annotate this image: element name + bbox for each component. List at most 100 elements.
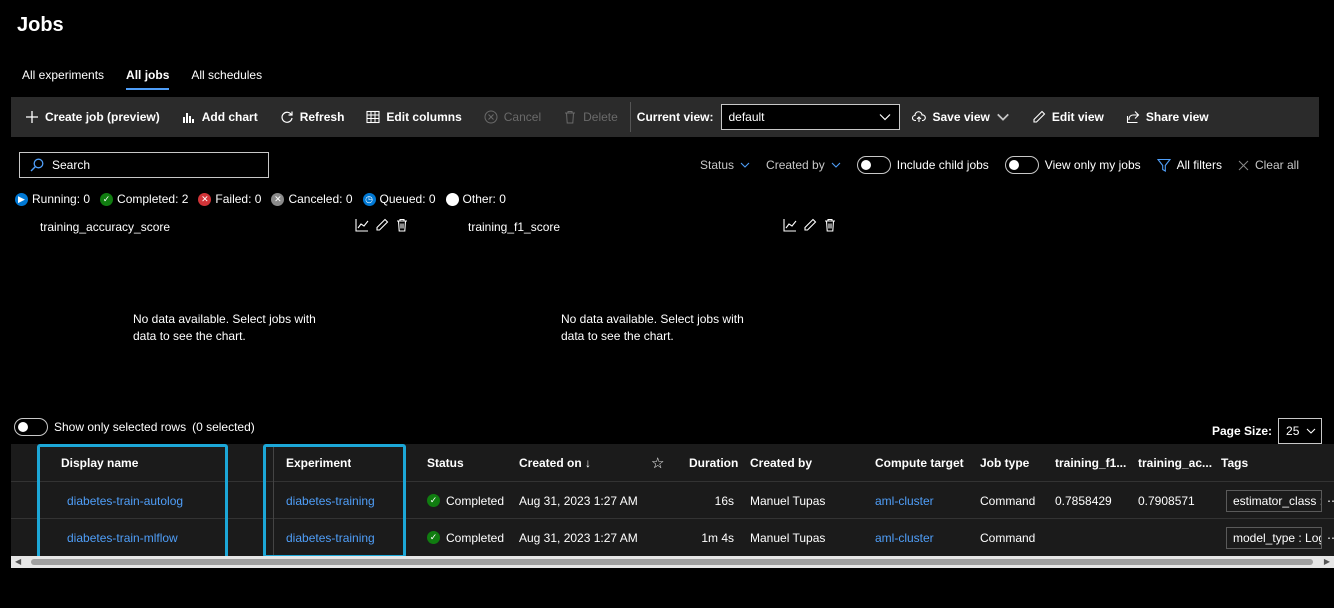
status-queued[interactable]: ◷ Queued: 0	[362, 192, 436, 206]
pencil-icon[interactable]	[803, 218, 817, 232]
play-icon: ▶	[15, 192, 28, 206]
trash-icon[interactable]	[395, 218, 409, 232]
column-header-tags[interactable]: Tags	[1221, 444, 1248, 481]
edit-view-label: Edit view	[1051, 110, 1104, 124]
trash-icon[interactable]	[823, 218, 837, 232]
status-summary: ▶ Running: 0 ✓ Completed: 2 ✕ Failed: 0 …	[15, 192, 516, 206]
save-view-button[interactable]: Save view	[912, 110, 1009, 124]
column-header-compute-target[interactable]: Compute target	[875, 444, 964, 481]
column-header-status[interactable]: Status	[427, 444, 464, 481]
pencil-icon	[1033, 110, 1046, 123]
cancel-icon	[484, 110, 498, 124]
chart-title: training_f1_score	[468, 220, 561, 234]
status-canceled[interactable]: ✕ Canceled: 0	[271, 192, 353, 206]
job-type-cell: Command	[980, 493, 1036, 508]
search-input[interactable]: Search	[19, 152, 269, 178]
page-size-dropdown[interactable]: 25	[1278, 418, 1323, 444]
star-icon[interactable]: ☆	[651, 444, 664, 481]
show-selected-rows-toggle[interactable]: Show only selected rows (0 selected)	[14, 418, 255, 436]
column-header-training-f1[interactable]: training_f1...	[1055, 444, 1126, 481]
chart-actions	[783, 218, 837, 232]
training-f1-cell: 0.7858429	[1055, 493, 1112, 508]
tag-chip[interactable]: model_type : Logi	[1226, 526, 1322, 549]
horizontal-scrollbar[interactable]: ◀ ▶	[11, 556, 1334, 568]
more-icon[interactable]: ⋯	[1327, 519, 1334, 556]
all-filters-label: All filters	[1176, 158, 1222, 172]
created-by-filter[interactable]: Created by	[766, 158, 841, 172]
column-header-training-accuracy[interactable]: training_ac...	[1138, 444, 1212, 481]
clear-all-button[interactable]: Clear all	[1238, 158, 1299, 172]
share-view-button[interactable]: Share view	[1126, 110, 1209, 124]
compute-target-link[interactable]: aml-cluster	[875, 519, 934, 556]
tab-all-jobs[interactable]: All jobs	[118, 64, 177, 90]
chart-actions	[355, 218, 409, 232]
edit-view-button[interactable]: Edit view	[1032, 110, 1104, 124]
all-filters-button[interactable]: All filters	[1156, 158, 1222, 172]
status-badge: Completed	[446, 493, 505, 508]
scrollbar-thumb[interactable]	[31, 559, 1313, 565]
column-header-created-on[interactable]: Created on ↓	[519, 444, 591, 481]
created-on-cell: Aug 31, 2023 1:27 AM	[519, 530, 638, 545]
tab-all-schedules[interactable]: All schedules	[183, 64, 270, 90]
column-header-job-type[interactable]: Job type	[980, 444, 1029, 481]
created-on-cell: Aug 31, 2023 1:27 AM	[519, 493, 638, 508]
toggle-switch[interactable]	[856, 156, 891, 174]
cancel-button[interactable]: Cancel	[484, 110, 541, 124]
status-filter[interactable]: Status	[700, 158, 750, 172]
toggle-switch[interactable]	[1004, 156, 1039, 174]
refresh-label: Refresh	[299, 110, 345, 124]
compute-target-link[interactable]: aml-cluster	[875, 482, 934, 519]
current-view-dropdown[interactable]: default	[721, 104, 901, 130]
created-by-cell: Manuel Tupas	[750, 530, 826, 545]
view-only-my-jobs-toggle[interactable]: View only my jobs	[1004, 156, 1141, 174]
toolbar-divider	[629, 102, 631, 132]
chevron-down-icon	[740, 162, 750, 168]
created-by-filter-label: Created by	[766, 158, 825, 172]
column-header-duration[interactable]: Duration	[689, 444, 738, 481]
more-icon[interactable]: ⋯	[1327, 482, 1334, 519]
tags-cell: estimator_class : s	[1226, 482, 1322, 519]
status-completed[interactable]: ✓ Completed: 2	[100, 192, 188, 206]
refresh-button[interactable]: Refresh	[280, 110, 345, 124]
include-child-jobs-toggle[interactable]: Include child jobs	[856, 156, 989, 174]
add-chart-button[interactable]: Add chart	[182, 110, 258, 124]
status-running[interactable]: ▶ Running: 0	[15, 192, 90, 206]
scroll-left-icon[interactable]: ◀	[15, 557, 21, 566]
line-chart-icon[interactable]	[355, 218, 369, 232]
add-chart-label: Add chart	[201, 110, 258, 124]
save-view-label: Save view	[932, 110, 990, 124]
filter-icon	[1156, 158, 1171, 172]
columns-icon	[366, 110, 380, 124]
toggle-switch[interactable]	[14, 418, 48, 436]
status-failed-label: Failed: 0	[215, 192, 262, 206]
check-icon: ✓	[100, 192, 114, 206]
chevron-down-icon	[1306, 428, 1316, 434]
create-job-button[interactable]: Create job (preview)	[25, 110, 160, 124]
job-type-cell: Command	[980, 530, 1036, 545]
page-size-label: Page Size:	[1212, 424, 1273, 438]
edit-columns-button[interactable]: Edit columns	[366, 110, 462, 124]
pencil-icon[interactable]	[375, 218, 389, 232]
status-completed-label: Completed: 2	[117, 192, 189, 206]
status-other-label: Other: 0	[462, 192, 506, 206]
view-only-my-jobs-label: View only my jobs	[1044, 158, 1141, 172]
column-header-created-by[interactable]: Created by	[750, 444, 812, 481]
line-chart-icon[interactable]	[783, 218, 797, 232]
close-icon	[1238, 160, 1249, 170]
tab-all-experiments[interactable]: All experiments	[14, 64, 112, 90]
tag-chip[interactable]: estimator_class : s	[1226, 489, 1322, 512]
duration-cell: 16s	[714, 493, 734, 508]
chart-empty-message: No data available. Select jobs with data…	[561, 312, 744, 343]
refresh-icon	[281, 111, 293, 123]
scroll-right-icon[interactable]: ▶	[1324, 557, 1330, 566]
status-other[interactable]: Other: 0	[445, 192, 506, 206]
create-job-label: Create job (preview)	[45, 110, 160, 124]
status-cell: ✓ Completed	[427, 482, 504, 519]
chart-title: training_accuracy_score	[40, 220, 171, 234]
tags-cell: model_type : Logi	[1226, 519, 1322, 556]
filter-bar: Status Created by Include child jobs Vie…	[700, 155, 1315, 175]
delete-button[interactable]: Delete	[563, 110, 618, 124]
jobs-table: Display name Experiment Status Created o…	[11, 444, 1334, 560]
status-failed[interactable]: ✕ Failed: 0	[198, 192, 261, 206]
chart-icon	[182, 113, 194, 123]
